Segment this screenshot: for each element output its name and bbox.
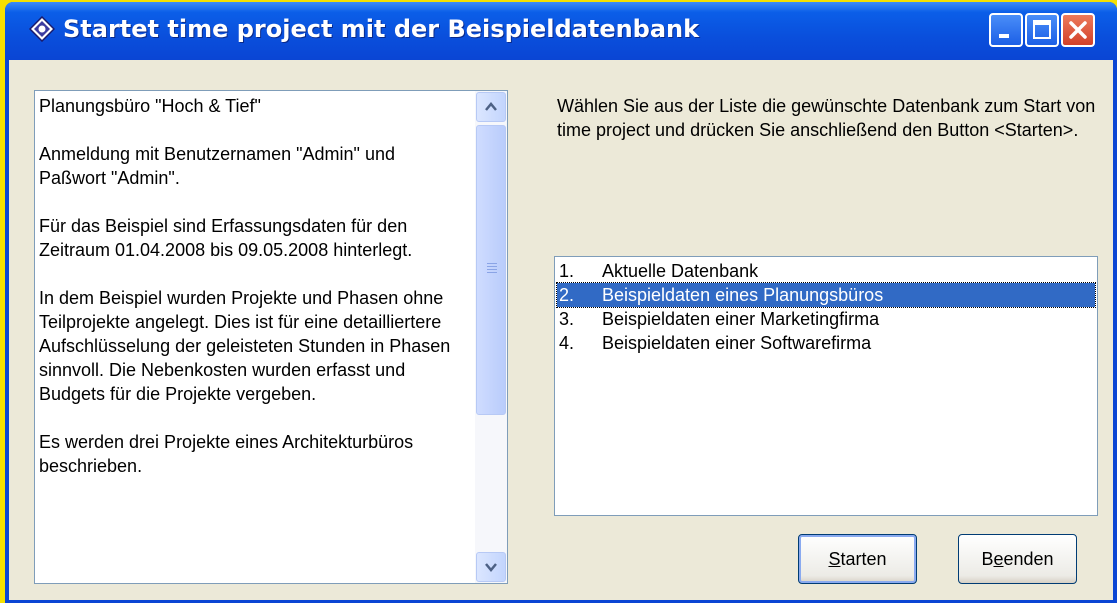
exit-button[interactable]: Beenden	[958, 534, 1077, 584]
scroll-down-button[interactable]	[476, 552, 506, 582]
close-button[interactable]	[1061, 13, 1095, 47]
list-item-label: Beispieldaten einer Softwarefirma	[602, 333, 872, 353]
description-paragraph: Für das Beispiel sind Erfassungsdaten fü…	[39, 216, 413, 260]
title-bar[interactable]: Startet time project mit der Beispieldat…	[5, 2, 1117, 60]
database-listbox[interactable]: 1. Aktuelle Datenbank 2. Beispieldaten e…	[554, 256, 1098, 516]
maximize-icon	[1033, 20, 1051, 39]
minimize-icon	[999, 34, 1009, 38]
list-item[interactable]: 1. Aktuelle Datenbank	[557, 259, 1095, 283]
list-item-label: Beispieldaten einer Marketingfirma	[602, 309, 880, 329]
description-paragraph: Es werden drei Projekte eines Architektu…	[39, 432, 414, 476]
list-item-selected[interactable]: 2. Beispieldaten eines Planungsbüros	[556, 282, 1096, 308]
description-paragraph: In dem Beispiel wurden Projekte und Phas…	[39, 288, 451, 404]
description-paragraph: Planungsbüro "Hoch & Tief"	[39, 96, 261, 116]
description-textbox[interactable]: Planungsbüro "Hoch & Tief" Anmeldung mit…	[34, 90, 508, 584]
list-item-number: 1.	[559, 261, 575, 281]
instruction-text: Wählen Sie aus der Liste die gewünschte …	[557, 96, 1096, 140]
list-item-label: Beispieldaten eines Planungsbüros	[602, 285, 884, 305]
list-item-label: Aktuelle Datenbank	[602, 261, 759, 281]
app-diamond-icon[interactable]	[28, 15, 56, 43]
chevron-down-icon	[485, 563, 497, 572]
scroll-thumb[interactable]	[476, 125, 506, 415]
window-title: Startet time project mit der Beispieldat…	[63, 15, 700, 43]
list-item[interactable]: 4. Beispieldaten einer Softwarefirma	[557, 331, 1095, 355]
start-button-label: Starten	[828, 549, 887, 569]
dialog-body: Planungsbüro "Hoch & Tief" Anmeldung mit…	[9, 60, 1113, 600]
description-text: Planungsbüro "Hoch & Tief" Anmeldung mit…	[39, 94, 465, 478]
list-item-number: 3.	[559, 309, 575, 329]
description-paragraph: Anmeldung mit Benutzernamen "Admin" und …	[39, 144, 395, 188]
start-button[interactable]: Starten	[798, 534, 917, 584]
chevron-up-icon	[485, 102, 497, 111]
minimize-button[interactable]	[989, 13, 1023, 47]
close-icon	[1069, 21, 1087, 39]
list-item[interactable]: 3. Beispieldaten einer Marketingfirma	[557, 307, 1095, 331]
list-item-number: 4.	[559, 333, 575, 353]
list-item-number: 2.	[559, 285, 575, 305]
exit-button-label: Beenden	[981, 549, 1054, 569]
maximize-button[interactable]	[1025, 13, 1059, 47]
dialog-window: Startet time project mit der Beispieldat…	[5, 2, 1117, 603]
vertical-scrollbar[interactable]	[475, 91, 507, 583]
scroll-up-button[interactable]	[476, 92, 506, 122]
